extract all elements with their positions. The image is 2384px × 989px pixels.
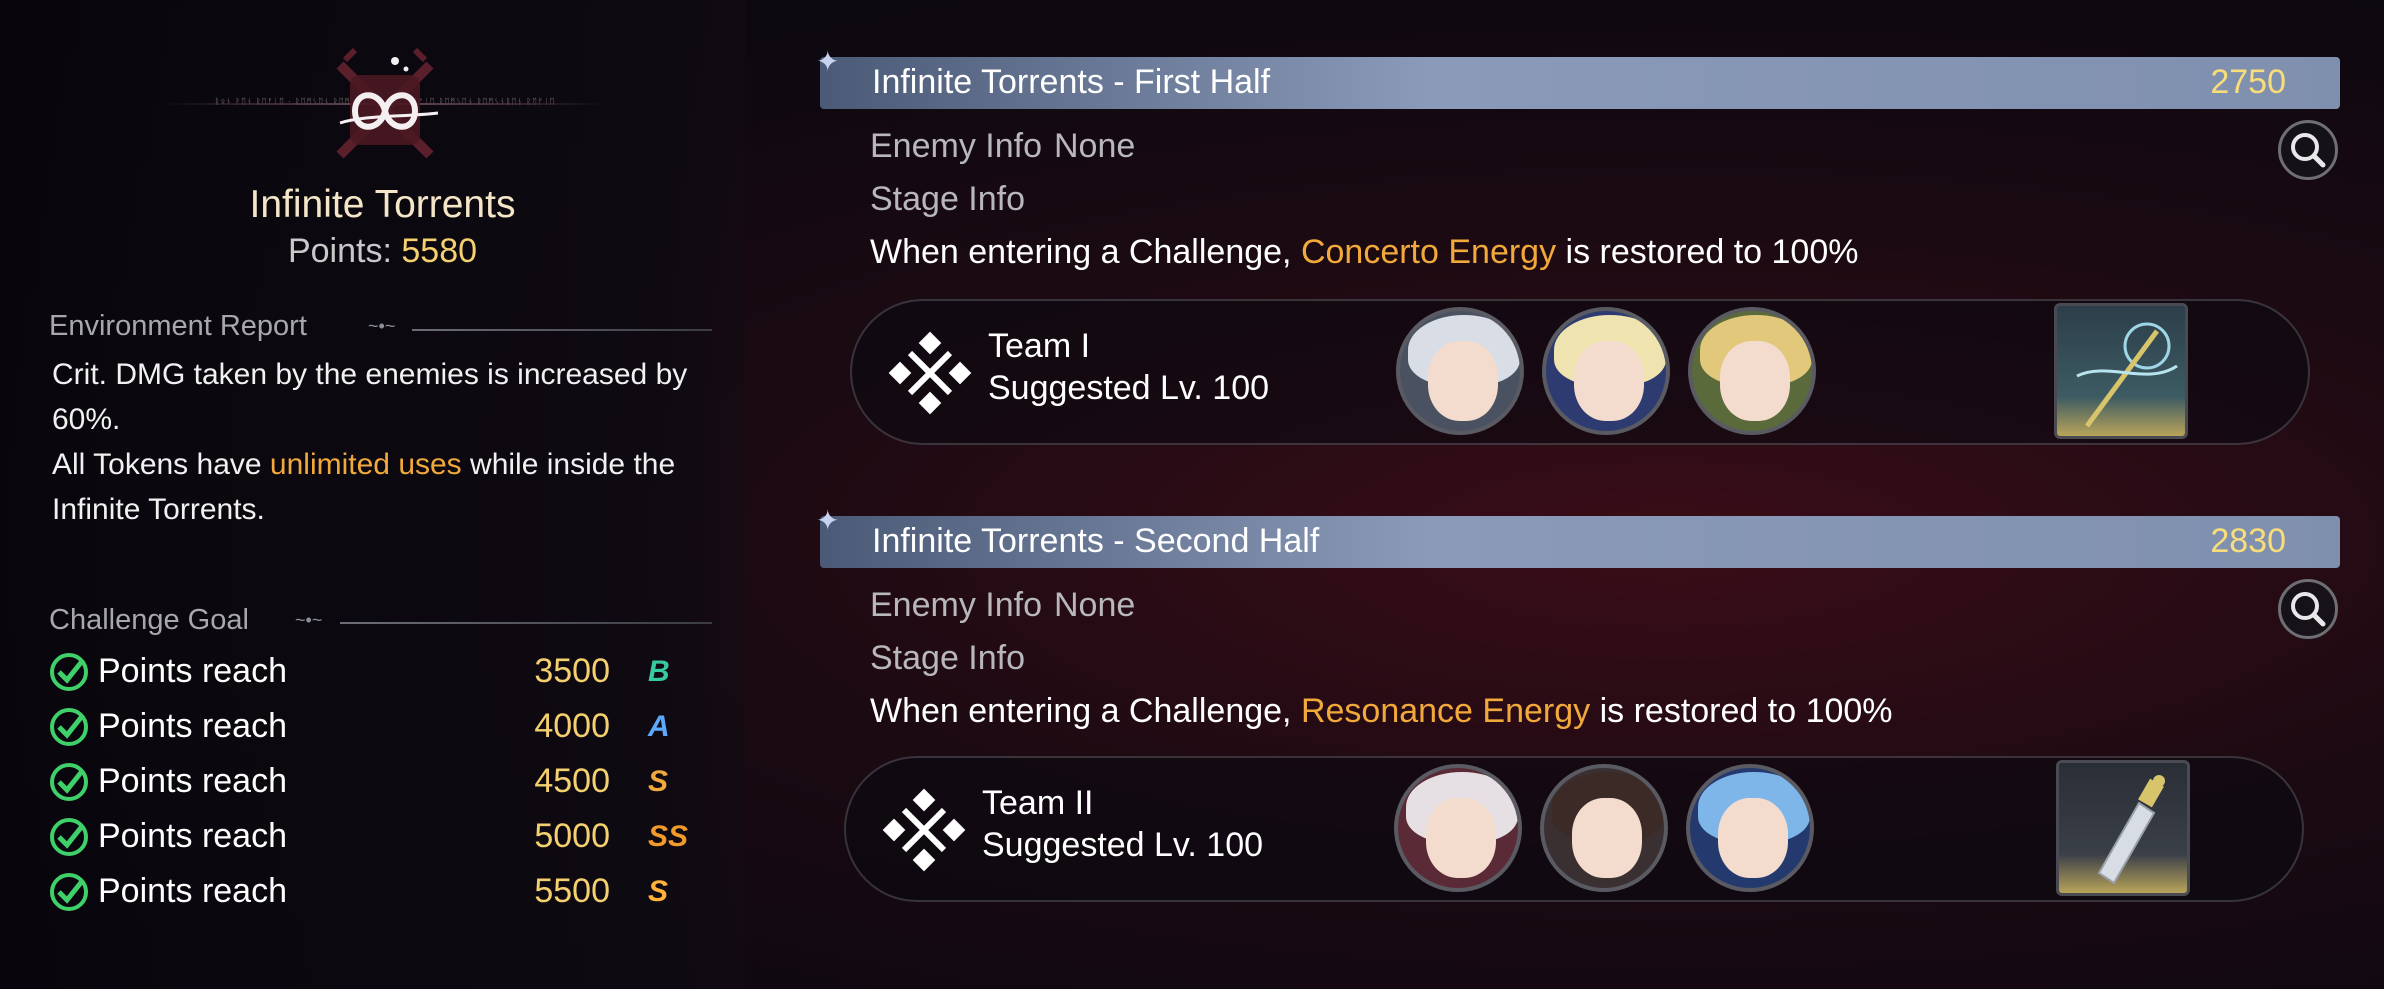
desc-highlight: Resonance Energy [1300, 692, 1591, 730]
infinite-torrents-emblem-icon: ᚱᛟᚾ ᚹᛖᚾ ᚱᛖᚠᛁᛖ · ᚱᛖᛗᛊᛖᚾ ᚱᛖᛗᛊᛖᚾ ᚱᛖ ᚹᛖᚾ ᚱᛖᚠ… [160, 45, 610, 175]
challenge-goal-list: Points reach 3500 B Points reach 4000 A … [48, 644, 708, 919]
stage-description: When entering a Challenge, Resonance Ene… [870, 692, 1893, 731]
sparkle-icon: ✦ [816, 46, 840, 77]
goal-row: Points reach 4000 A [48, 699, 708, 754]
goal-value: 4000 [534, 707, 610, 745]
enemy-info: Enemy Info None [870, 586, 1135, 625]
env-line-1: Crit. DMG taken by the enemies is increa… [52, 358, 688, 436]
desc-post: is restored to 100% [1556, 233, 1859, 271]
search-icon [2291, 592, 2326, 627]
goal-text: Points reach [98, 872, 287, 910]
stage-first-half: ✦ Infinite Torrents - First Half 2750 En… [816, 46, 2340, 457]
event-title: Infinite Torrents [249, 183, 516, 226]
character-avatar[interactable] [1540, 764, 1668, 892]
info-panel: ᚱᛟᚾ ᚹᛖᚾ ᚱᛖᚠᛁᛖ · ᚱᛖᛗᛊᛖᚾ ᚱᛖᛗᛊᛖᚾ ᚱᛖ ᚹᛖᚾ ᚱᛖᚠ… [0, 0, 745, 989]
env-line-2-pre: All Tokens have [52, 448, 270, 481]
enemy-details-button[interactable] [2278, 579, 2338, 639]
character-avatar[interactable] [1394, 764, 1522, 892]
env-line-2: All Tokens have unlimited uses while ins… [52, 442, 712, 532]
desc-pre: When entering a Challenge, [870, 233, 1301, 271]
challenge-goal-label: Challenge Goal [49, 604, 249, 636]
echo-item-icon[interactable] [2056, 760, 2190, 896]
rank-ss-icon: SS [648, 819, 689, 853]
goal-value: 5500 [534, 872, 610, 910]
team-name: Team I [988, 327, 1091, 365]
goal-text: Points reach [98, 817, 287, 855]
goal-row: Points reach 4500 S [48, 754, 708, 809]
total-points: Points: 5580 [0, 232, 765, 271]
sparkle-icon: ✦ [816, 505, 840, 536]
search-icon [2291, 133, 2326, 168]
stage-score: 2830 [2210, 522, 2286, 560]
stage-second-half: ✦ Infinite Torrents - Second Half 2830 E… [816, 505, 2340, 916]
check-icon [50, 762, 88, 801]
divider-ornament-icon: ~•~ [295, 610, 323, 630]
character-avatar[interactable] [1688, 307, 1816, 435]
enemy-info-label: Enemy Info [870, 586, 1042, 624]
echo-item-icon[interactable] [2054, 303, 2188, 439]
team-name: Team II [982, 784, 1094, 822]
stage-banner: ✦ Infinite Torrents - First Half 2750 [816, 46, 2340, 109]
goal-value: 5000 [534, 817, 610, 855]
points-value: 5580 [401, 232, 478, 270]
check-icon [50, 707, 88, 746]
check-icon [50, 817, 88, 856]
goal-text: Points reach [98, 707, 287, 745]
character-avatar[interactable] [1686, 764, 1814, 892]
enemy-info-label: Enemy Info [870, 127, 1042, 165]
stage-description: When entering a Challenge, Concerto Ener… [870, 233, 1858, 272]
team-crossed-swords-icon [888, 331, 972, 415]
enemy-info: Enemy Info None [870, 127, 1135, 166]
desc-post: is restored to 100% [1590, 692, 1893, 730]
divider [340, 622, 712, 624]
env-highlight: unlimited uses [269, 448, 462, 481]
goal-row: Points reach 5000 SS [48, 809, 708, 864]
enemy-info-value: None [1053, 586, 1136, 624]
goal-text: Points reach [98, 762, 287, 800]
enemy-details-button[interactable] [2278, 120, 2338, 180]
goal-value: 4500 [534, 762, 610, 800]
team-suggested-level: Suggested Lv. 100 [988, 369, 1270, 407]
stage-info-label: Stage Info [870, 180, 1026, 218]
goal-row: Points reach 3500 B [48, 644, 708, 699]
rank-s-icon: S [648, 764, 669, 798]
stage-title: Infinite Torrents - Second Half [872, 522, 1320, 560]
points-label: Points: [287, 232, 392, 270]
enemy-info-value: None [1053, 127, 1136, 165]
environment-report-label: Environment Report [49, 310, 307, 342]
goal-value: 3500 [534, 652, 610, 690]
rank-b-icon: B [648, 654, 670, 688]
environment-report-text: Crit. DMG taken by the enemies is increa… [52, 352, 712, 532]
character-avatar[interactable] [1542, 307, 1670, 435]
character-avatar[interactable] [1396, 307, 1524, 435]
desc-highlight: Concerto Energy [1300, 233, 1557, 271]
stage-info-label: Stage Info [870, 639, 1026, 677]
divider-ornament-icon: ~•~ [368, 316, 396, 336]
goal-row: Points reach 5500 S [48, 864, 708, 919]
team-crossed-swords-icon [882, 788, 966, 872]
stage-score: 2750 [2210, 63, 2286, 101]
check-icon [50, 872, 88, 911]
team-row[interactable]: Team II Suggested Lv. 100 [844, 756, 2304, 902]
stage-banner: ✦ Infinite Torrents - Second Half 2830 [816, 505, 2340, 568]
team-suggested-level: Suggested Lv. 100 [982, 826, 1264, 864]
stage-title: Infinite Torrents - First Half [872, 63, 1271, 101]
divider [412, 329, 712, 331]
rank-a-icon: A [648, 709, 670, 743]
desc-pre: When entering a Challenge, [870, 692, 1301, 730]
goal-text: Points reach [98, 652, 287, 690]
team-row[interactable]: Team I Suggested Lv. 100 [850, 299, 2310, 445]
check-icon [50, 652, 88, 691]
rank-sss-icon: S [648, 874, 669, 908]
